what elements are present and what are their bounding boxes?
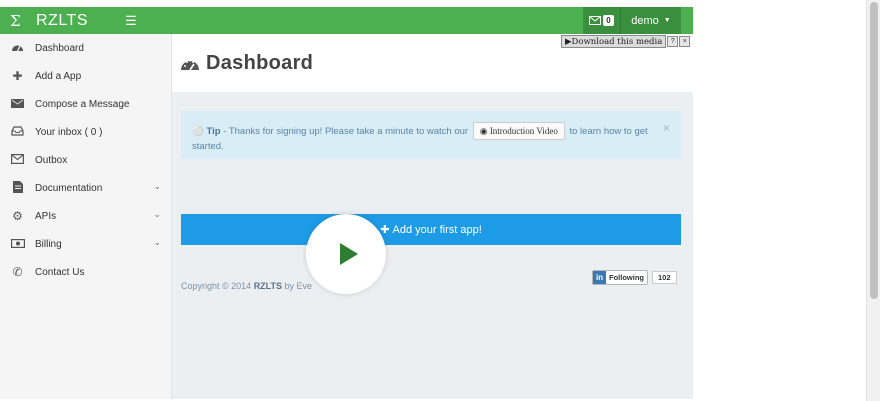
app-window: Σ RZLTS ☰ 0 demo ▼ Dashboard ✚ Add a App…: [0, 7, 693, 399]
outbox-icon: [0, 153, 35, 167]
plus-icon: ✚: [12, 69, 23, 83]
copyright-footer: Copyright © 2014 RZLTS by Eve: [181, 281, 312, 291]
main-content: Dashboard ⚪ Tip - Thanks for signing up!…: [172, 34, 693, 399]
money-icon: [0, 237, 35, 251]
dashboard-title-icon: [181, 59, 199, 70]
media-download-toolbar: ▶Download this media ? ×: [561, 35, 691, 48]
user-name: demo: [631, 14, 659, 27]
scrollbar-thumb[interactable]: [870, 2, 878, 299]
brand-name: RZLTS: [36, 11, 88, 29]
tip-alert: ⚪ Tip - Thanks for signing up! Please ta…: [181, 111, 681, 159]
phone-icon: ✆: [12, 265, 23, 279]
inbox-icon: [0, 125, 35, 139]
sidebar-item-label: Contact Us: [35, 266, 85, 278]
copyright-suffix: by Eve: [282, 281, 313, 291]
sidebar-item-billing[interactable]: Billing ⌄: [0, 230, 171, 258]
copyright-prefix: Copyright © 2014: [181, 281, 254, 291]
sidebar-item-label: Compose a Message: [35, 98, 130, 110]
plus-icon: ✚: [380, 224, 393, 236]
messages-count-badge: 0: [603, 15, 614, 26]
sidebar-item-label: Dashboard: [35, 42, 84, 54]
sidebar-item-compose[interactable]: Compose a Message: [0, 90, 171, 118]
sidebar-item-outbox[interactable]: Outbox: [0, 146, 171, 174]
linkedin-following-button[interactable]: in Following: [592, 270, 648, 285]
video-play-button[interactable]: [306, 214, 386, 294]
tip-label: Tip: [206, 126, 221, 137]
sidebar-item-label: Your inbox ( 0 ): [35, 126, 103, 138]
sidebar-item-inbox[interactable]: Your inbox ( 0 ): [0, 118, 171, 146]
play-circle-icon: ◉: [479, 126, 490, 136]
sidebar-item-label: APIs: [35, 210, 57, 222]
download-media-button[interactable]: ▶Download this media: [561, 35, 667, 48]
sidebar-item-add-app[interactable]: ✚ Add a App: [0, 62, 171, 90]
sidebar: Dashboard ✚ Add a App Compose a Message …: [0, 34, 172, 399]
sidebar-item-dashboard[interactable]: Dashboard: [0, 34, 171, 62]
download-media-label: Download this media: [571, 37, 663, 47]
chevron-down-icon[interactable]: ⌄: [153, 209, 161, 220]
add-first-app-label: Add your first app!: [392, 223, 482, 236]
linkedin-logo-icon: in: [593, 271, 606, 284]
lightbulb-icon: ⚪: [192, 126, 204, 137]
introduction-video-button[interactable]: ◉ Introduction Video: [472, 122, 565, 140]
linkedin-follow-widget: in Following 102: [592, 270, 677, 285]
chevron-down-icon[interactable]: ⌄: [153, 237, 161, 248]
document-icon: [0, 180, 35, 196]
sidebar-item-label: Outbox: [35, 154, 68, 166]
gears-icon: ⚙: [12, 209, 23, 223]
brand[interactable]: Σ RZLTS: [0, 7, 88, 34]
sidebar-item-label: Documentation: [35, 182, 103, 194]
compose-icon: [0, 97, 35, 111]
add-first-app-button[interactable]: ✚ Add your first app!: [181, 214, 681, 245]
hamburger-menu-icon[interactable]: ☰: [125, 13, 137, 29]
envelope-icon: [589, 16, 602, 25]
tip-text-before: - Thanks for signing up! Please take a m…: [220, 126, 471, 137]
introduction-video-label: Introduction Video: [489, 126, 558, 136]
sigma-logo-icon: Σ: [10, 11, 21, 30]
page-scrollbar[interactable]: [866, 0, 880, 401]
chevron-down-icon[interactable]: ⌄: [153, 181, 161, 192]
user-menu-button[interactable]: demo ▼: [621, 7, 681, 34]
caret-down-icon: ▼: [663, 17, 671, 24]
top-right-controls: 0 demo ▼: [583, 7, 681, 34]
sidebar-item-contact[interactable]: ✆ Contact Us: [0, 258, 171, 286]
close-icon[interactable]: ×: [663, 121, 670, 135]
messages-button[interactable]: 0: [583, 7, 621, 34]
sidebar-item-label: Add a App: [35, 70, 82, 82]
copyright-brand: RZLTS: [253, 281, 283, 291]
linkedin-following-label: Following: [609, 273, 644, 282]
dashboard-icon: [0, 41, 35, 55]
play-icon: [339, 243, 358, 265]
linkedin-follower-count: 102: [652, 271, 677, 284]
top-navbar: Σ RZLTS ☰ 0 demo ▼: [0, 7, 693, 34]
help-icon[interactable]: ?: [667, 36, 679, 47]
page-title: Dashboard: [206, 51, 314, 74]
sidebar-item-label: Billing: [35, 238, 62, 250]
sidebar-item-documentation[interactable]: Documentation ⌄: [0, 174, 171, 202]
sidebar-item-apis[interactable]: ⚙ APIs ⌄: [0, 202, 171, 230]
close-small-icon[interactable]: ×: [679, 36, 691, 47]
